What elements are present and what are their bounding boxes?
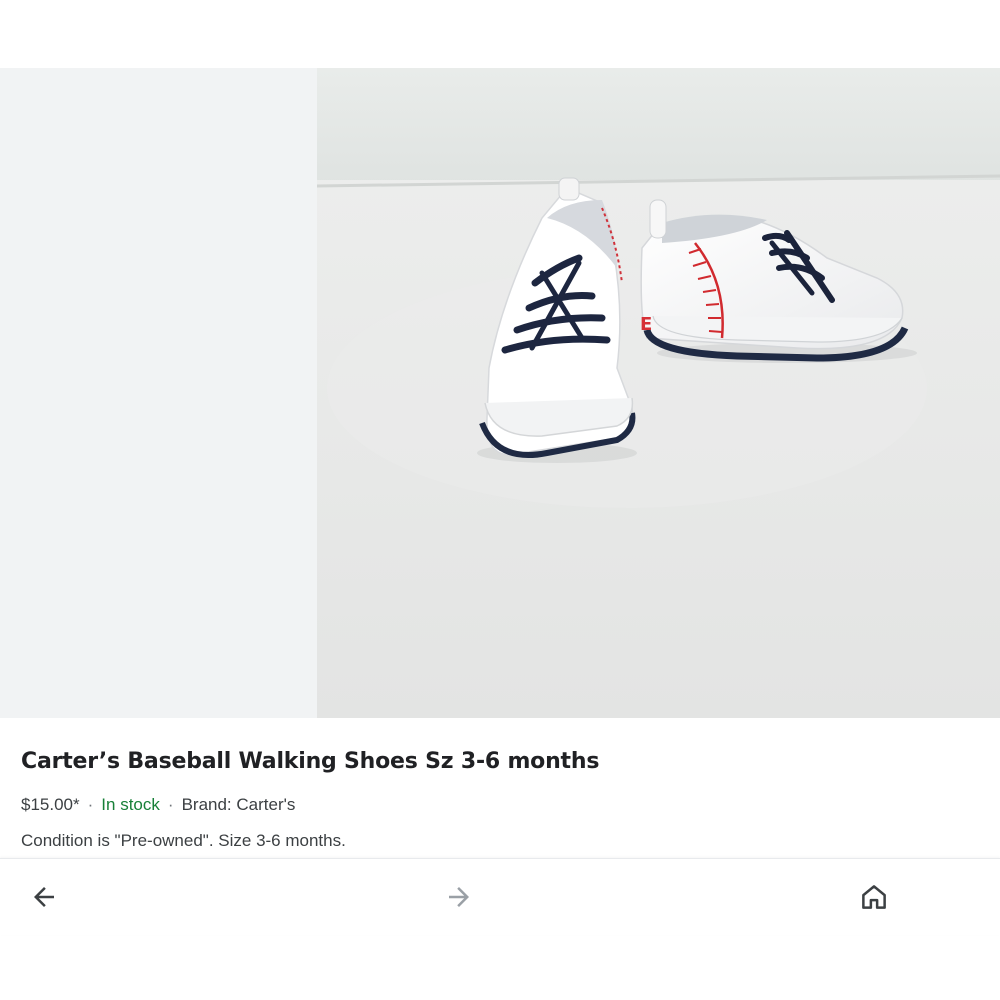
image-placeholder-panel [0,68,317,718]
price: $15.00* [21,795,80,814]
forward-button[interactable] [437,877,481,917]
product-image[interactable]: E [317,68,1000,718]
brand: Brand: Carter's [181,795,296,814]
availability-status: In stock [101,795,160,814]
product-info: Carter’s Baseball Walking Shoes Sz 3-6 m… [21,745,979,853]
bottom-navigation-bar [0,858,1000,935]
home-button[interactable] [852,877,896,917]
product-title: Carter’s Baseball Walking Shoes Sz 3-6 m… [21,749,600,774]
back-button[interactable] [22,877,66,917]
arrow-right-icon [449,887,469,907]
separator-dot: · [87,795,94,814]
product-meta: $15.00* · In stock · Brand: Carter's [21,793,979,817]
arrow-left-icon [34,887,54,907]
svg-text:E: E [640,314,652,335]
separator-dot: · [167,795,174,814]
product-description: Condition is "Pre-owned". Size 3-6 month… [21,831,346,850]
home-icon [862,885,886,909]
product-media: E [0,68,1000,718]
